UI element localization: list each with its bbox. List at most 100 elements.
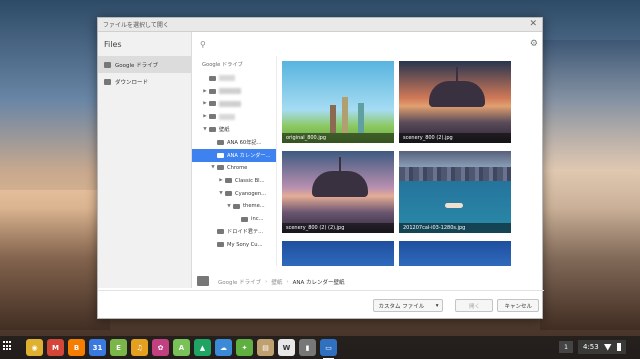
tree-item[interactable]: ▶	[192, 85, 276, 98]
trash-icon[interactable]: ▮	[299, 339, 316, 356]
shelf: ◉ M B 31 E ♫ ✿ A ▲ ☁ ✦ ▤ W ▮ ▭ 1 4:53	[0, 336, 640, 359]
directory-tree: Google ドライブ ▶ ▶ ▶ ▼ 壁紙 ANA 60年記... ANA カ…	[192, 56, 276, 266]
tree-item-mysony[interactable]: My Sony Cu...	[192, 238, 276, 251]
tree-item-chrome[interactable]: ▼ Chrome	[192, 162, 276, 175]
file-open-dialog: ファイルを選択して開く ✕ Files Google ドライブ ダウンロード ⚲…	[97, 17, 544, 320]
tree-item-cyanogen[interactable]: ▼ Cyanogen...	[192, 187, 276, 200]
workspace-indicator[interactable]: 1	[559, 341, 573, 353]
tree-item-label: Cyanogen...	[235, 190, 267, 197]
shelf-apps: ◉ M B 31 E ♫ ✿ A ▲ ☁ ✦ ▤ W ▮ ▭	[26, 339, 337, 359]
tree-item-inc[interactable]: inc...	[192, 213, 276, 226]
folder-icon	[217, 229, 224, 235]
sidebar-item-google-drive[interactable]: Google ドライブ	[98, 56, 191, 73]
tree-item[interactable]: ▶	[192, 98, 276, 111]
close-icon[interactable]: ✕	[529, 20, 537, 29]
headphones-icon[interactable]: ♫	[131, 339, 148, 356]
tree-item-wallpaper[interactable]: ▼ 壁紙	[192, 123, 276, 136]
swimmer-shape	[445, 203, 463, 208]
tree-item-ana-calendar[interactable]: ANA カレンダー...	[192, 148, 276, 162]
tower-shape	[342, 97, 348, 133]
calendar-icon[interactable]: 31	[89, 339, 106, 356]
thumbnail-calendar-a[interactable]	[282, 241, 394, 266]
blogger-icon[interactable]: B	[68, 339, 85, 356]
file-type-select[interactable]: カスタム ファイル ▾	[373, 299, 444, 312]
collapse-arrow-icon: ▼	[203, 127, 207, 133]
statue-shape	[358, 103, 364, 133]
wordpress-icon[interactable]: W	[278, 339, 295, 356]
thumbnail-original-800[interactable]: original_800.jpg	[282, 61, 394, 143]
folder-icon	[217, 152, 224, 158]
breadcrumb-separator: ›	[265, 278, 268, 285]
desktop-wallpaper-right	[540, 40, 640, 330]
folder-icon	[197, 276, 209, 286]
folder-icon	[209, 88, 216, 94]
drive-icon[interactable]: ▲	[194, 339, 211, 356]
mont-saint-michel-shape	[429, 67, 485, 107]
thumbnail-scenery-800-2-2[interactable]: scenery_800 (2) (2).jpg	[282, 151, 394, 233]
blurred-folder-name	[219, 100, 241, 107]
folder-icon	[209, 127, 216, 133]
tree-item-label: My Sony Cu...	[227, 241, 263, 248]
sidebar-item-downloads[interactable]: ダウンロード	[98, 73, 191, 90]
dialog-title: ファイルを選択して開く	[103, 22, 169, 29]
folder-icon	[217, 139, 224, 145]
android-icon[interactable]: A	[173, 339, 190, 356]
file-name: scenery_800 (2).jpg	[399, 133, 511, 143]
breadcrumb-mid[interactable]: 壁紙	[271, 278, 282, 286]
blurred-folder-name	[219, 88, 241, 95]
city-skyline-shape	[399, 167, 511, 181]
tree-item-label: ANA カレンダー...	[227, 152, 271, 159]
breadcrumb-root[interactable]: Google ドライブ	[218, 278, 261, 286]
tree-item-label: inc...	[251, 216, 264, 223]
dialog-actions: カスタム ファイル ▾ 開く キャンセル	[98, 290, 544, 320]
tree-item-ana60[interactable]: ANA 60年記...	[192, 136, 276, 149]
folder-icon	[225, 191, 232, 197]
chrome-icon[interactable]: ◉	[26, 339, 43, 356]
file-name: 201207cal-i03-1280s.jpg	[399, 223, 511, 233]
collapse-arrow-icon: ▼	[219, 191, 223, 197]
tree-item-label: 壁紙	[219, 127, 230, 134]
dialog-titlebar: ファイルを選択して開く ✕	[98, 18, 542, 32]
cancel-button[interactable]: キャンセル	[497, 299, 539, 312]
wifi-icon	[603, 343, 612, 351]
thumbnail-scenery-800-2[interactable]: scenery_800 (2).jpg	[399, 61, 511, 143]
file-name: original_800.jpg	[282, 133, 394, 143]
gear-icon[interactable]: ⚙	[530, 39, 538, 49]
mont-saint-michel-shape	[312, 157, 368, 197]
system-tray[interactable]: 4:53	[578, 340, 626, 354]
notes-icon[interactable]: ▤	[257, 339, 274, 356]
search-icon[interactable]: ⚲	[200, 40, 206, 49]
file-name: scenery_800 (2) (2).jpg	[282, 223, 394, 233]
collapse-arrow-icon: ▼	[227, 203, 231, 209]
blurred-folder-name	[219, 75, 235, 82]
photos-icon[interactable]: ✿	[152, 339, 169, 356]
breadcrumb-current[interactable]: ANA カレンダー壁紙	[293, 278, 345, 286]
tree-root[interactable]: Google ドライブ	[192, 56, 276, 72]
volume-sidebar: Files Google ドライブ ダウンロード	[98, 32, 192, 288]
thumbnail-calendar-b[interactable]	[399, 241, 511, 266]
evernote-icon[interactable]: E	[110, 339, 127, 356]
gmail-icon[interactable]: M	[47, 339, 64, 356]
thumbnail-201207cal[interactable]: 201207cal-i03-1280s.jpg	[399, 151, 511, 233]
folder-icon	[233, 203, 240, 209]
cloud-icon[interactable]: ☁	[215, 339, 232, 356]
folder-icon	[209, 75, 216, 81]
android-robot-icon[interactable]: ✦	[236, 339, 253, 356]
tree-item-droid[interactable]: ドロイド君テ...	[192, 226, 276, 239]
tree-item[interactable]: ▶	[192, 110, 276, 123]
tree-item[interactable]	[192, 72, 276, 85]
sidebar-item-label: Google ドライブ	[115, 62, 159, 69]
breadcrumb: Google ドライブ › 壁紙 › ANA カレンダー壁紙	[192, 274, 544, 289]
app-launcher-icon[interactable]	[3, 341, 13, 351]
tree-item-label: Chrome	[227, 164, 248, 171]
chevron-down-icon: ▾	[435, 302, 439, 309]
tree-item-theme[interactable]: ▼ theme...	[192, 200, 276, 213]
tree-item-classic[interactable]: ▶ Classic Bl...	[192, 174, 276, 187]
blurred-folder-name	[219, 113, 235, 120]
folder-icon	[209, 114, 216, 120]
folder-icon	[225, 178, 232, 184]
tower-shape	[330, 105, 336, 133]
files-icon[interactable]: ▭	[320, 339, 337, 359]
tree-item-label: Classic Bl...	[235, 177, 265, 184]
open-button[interactable]: 開く	[455, 299, 494, 312]
